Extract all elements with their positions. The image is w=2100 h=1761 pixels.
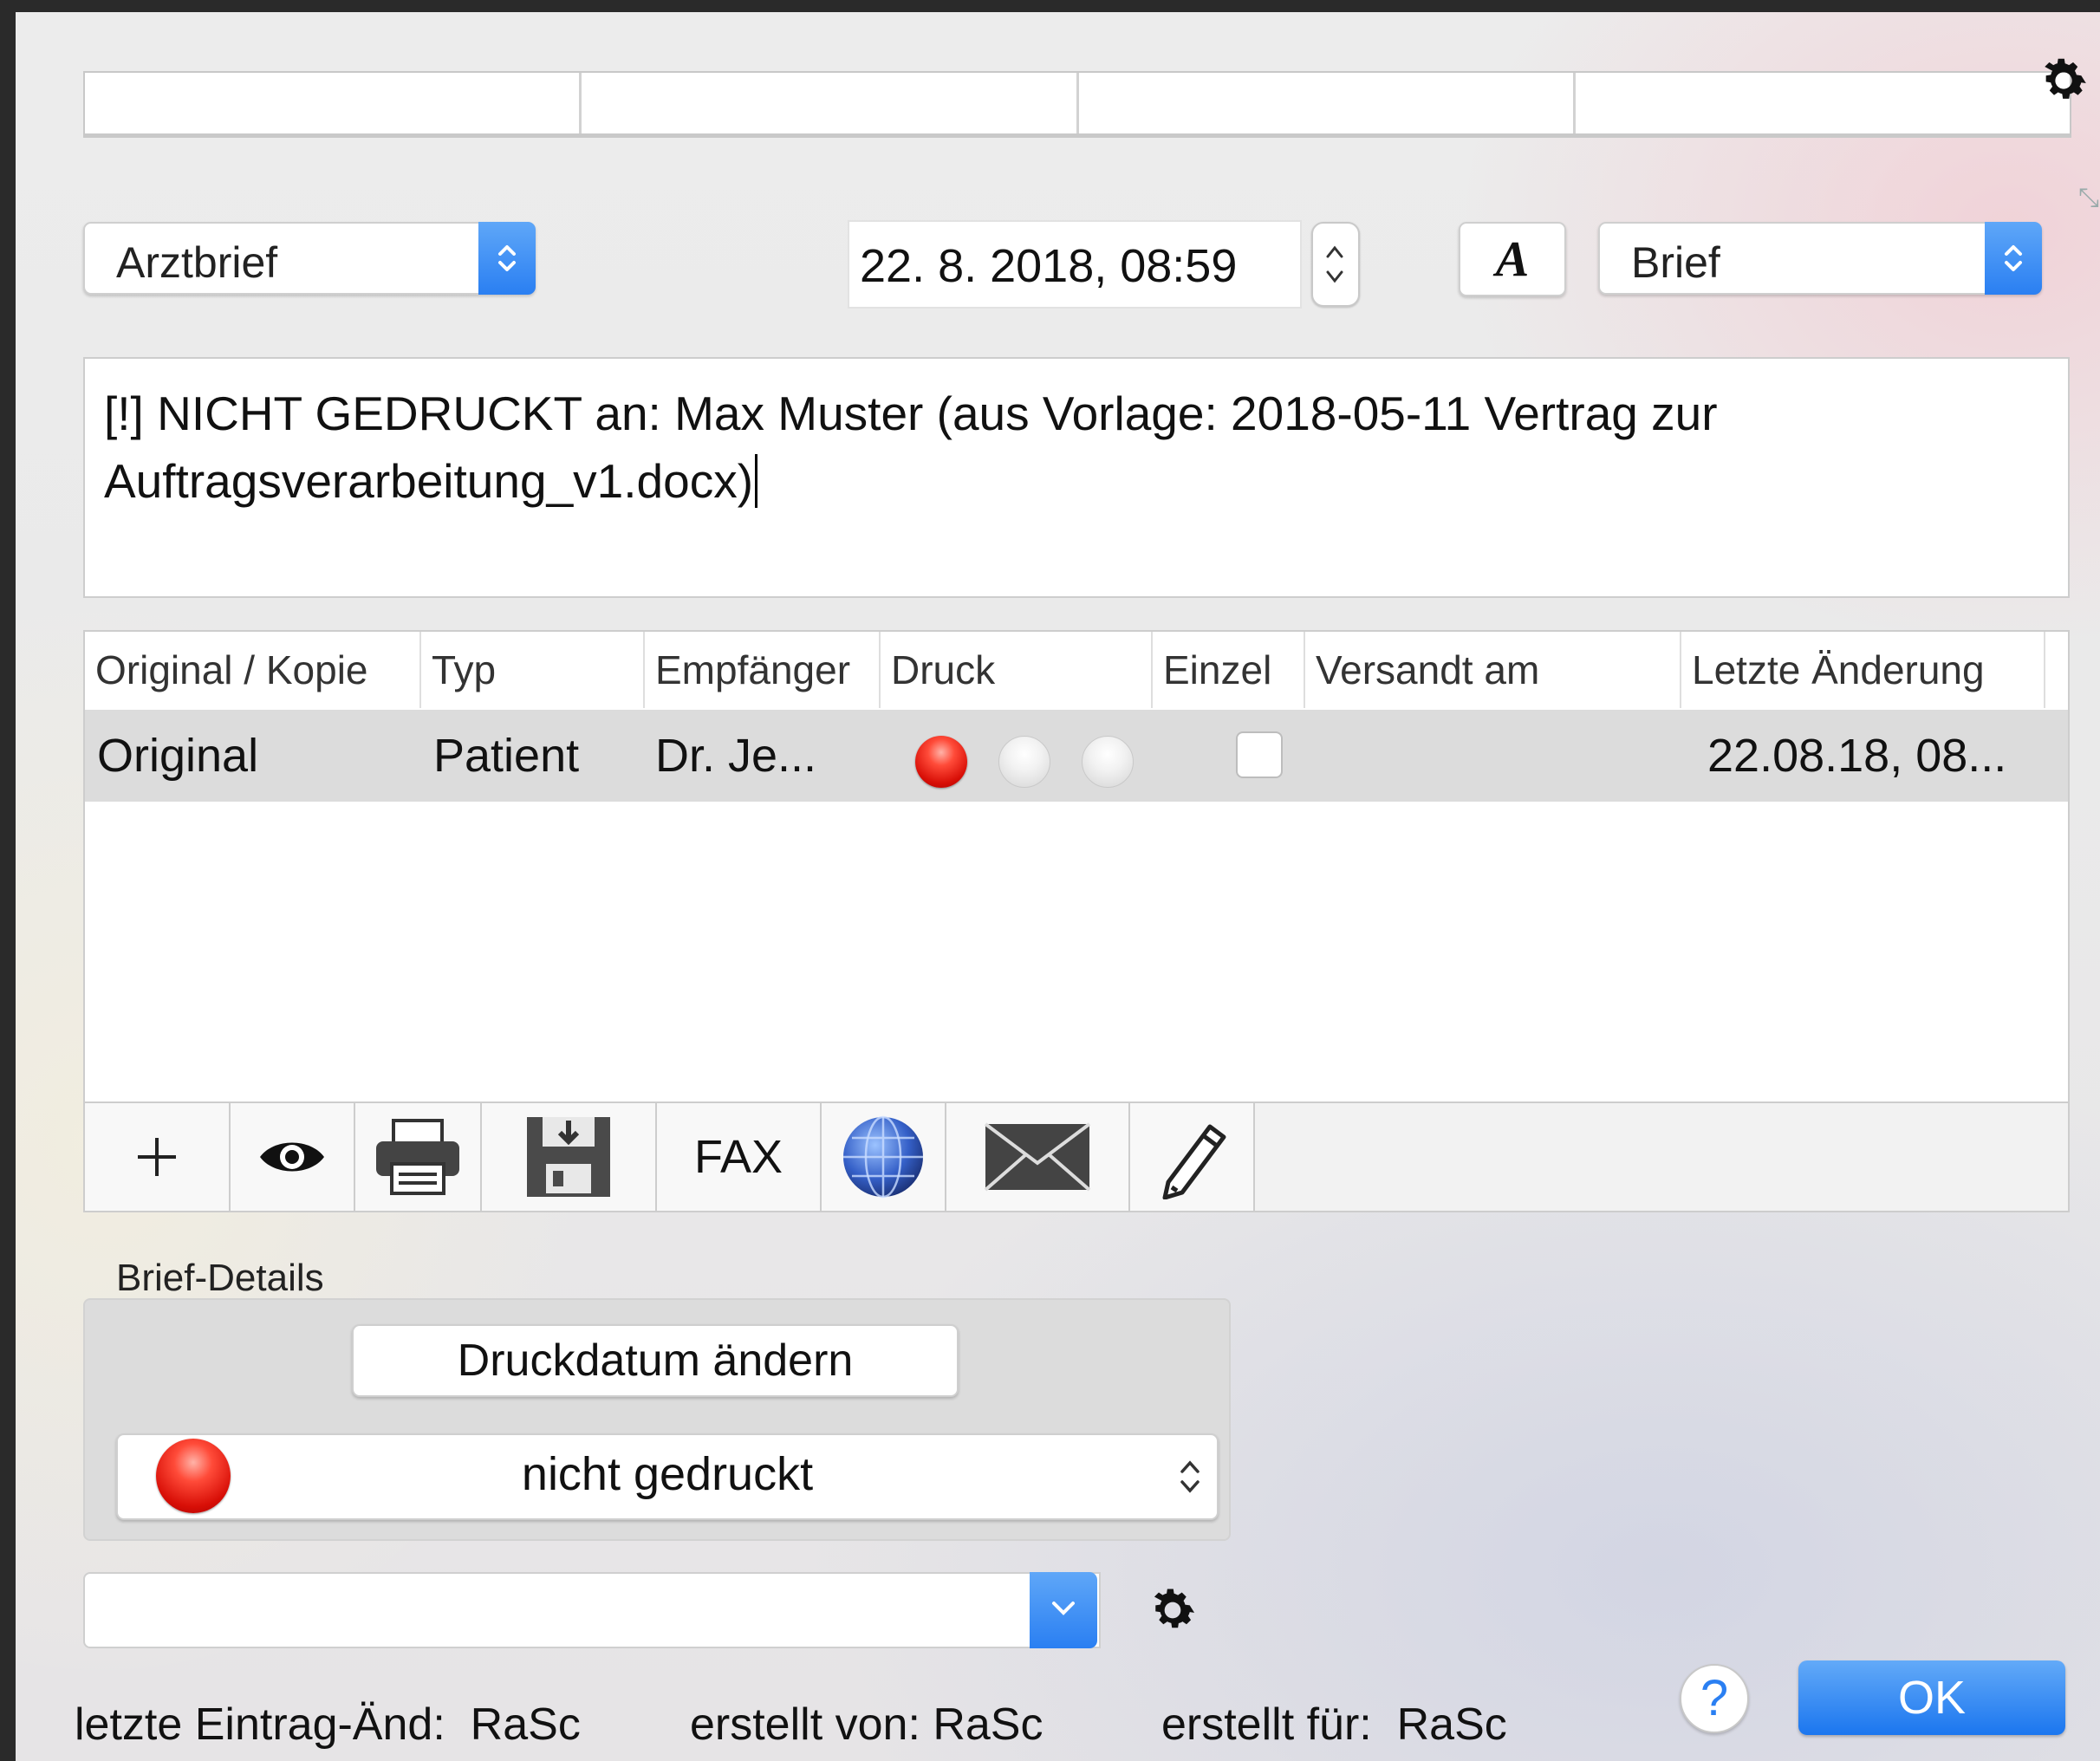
doctype-popup[interactable]: Arztbrief: [83, 222, 536, 295]
toolbar-spacer: [1255, 1103, 2068, 1211]
cell-empfaenger: Dr. Je...: [655, 730, 817, 782]
globe-icon: [843, 1115, 923, 1199]
column-header-typ[interactable]: Typ: [421, 632, 645, 708]
cell-letzte-aenderung: 22.08.18, 08...: [1707, 730, 2007, 782]
date-time-value: 22. 8. 2018, 08:59: [860, 240, 1238, 292]
date-stepper[interactable]: [1311, 222, 1360, 307]
combo-input[interactable]: [83, 1572, 1101, 1648]
help-button[interactable]: ?: [1680, 1664, 1749, 1733]
doctype-popup-label: Arztbrief: [116, 238, 278, 287]
print-button[interactable]: [355, 1103, 482, 1211]
text-caret: [755, 454, 758, 508]
web-button[interactable]: [822, 1103, 946, 1211]
last-change-label: letzte Eintrag-Änd: RaSc: [75, 1699, 581, 1750]
pencil-icon: [1162, 1124, 1226, 1199]
einzel-checkbox[interactable]: [1236, 731, 1283, 778]
cell-typ: Patient: [433, 730, 580, 782]
combo-dropdown-button[interactable]: [1030, 1572, 1097, 1648]
column-header-versandt[interactable]: Versandt am: [1305, 632, 1681, 708]
created-by-label: erstellt von: RaSc: [690, 1699, 1043, 1750]
cell-original: Original: [97, 730, 259, 782]
plus-icon: [138, 1138, 176, 1176]
table-toolbar: FAX: [83, 1101, 2070, 1212]
edit-button[interactable]: [1130, 1103, 1255, 1211]
top-field-1[interactable]: [85, 73, 582, 133]
fax-button[interactable]: FAX: [657, 1103, 822, 1211]
top-field-3[interactable]: [1079, 73, 1576, 133]
column-header-einzel[interactable]: Einzel: [1153, 632, 1305, 708]
font-button[interactable]: A: [1459, 222, 1566, 296]
table-row[interactable]: Original Patient Dr. Je... 22.08.18, 08.…: [85, 710, 2068, 802]
eye-icon: [260, 1142, 324, 1172]
top-field-2[interactable]: [582, 73, 1079, 133]
print-status-off-led[interactable]: [1082, 736, 1134, 788]
date-time-field[interactable]: 22. 8. 2018, 08:59: [848, 220, 1302, 309]
gear-icon[interactable]: [1145, 1582, 1200, 1638]
column-header-original[interactable]: Original / Kopie: [85, 632, 421, 708]
table-header: Original / Kopie Typ Empfänger Druck Ein…: [85, 632, 2068, 708]
brief-details-title: Brief-Details: [116, 1257, 324, 1299]
column-header-empfaenger[interactable]: Empfänger: [645, 632, 881, 708]
subject-text: [!] NICHT GEDRUCKT an: Max Muster (aus V…: [104, 387, 1718, 508]
save-button[interactable]: [482, 1103, 657, 1211]
printer-icon: [376, 1119, 459, 1195]
column-header-druck[interactable]: Druck: [881, 632, 1153, 708]
email-button[interactable]: [946, 1103, 1130, 1211]
document-dialog: ⤡ Arztbrief 22. 8. 2018, 08:59 A Brief […: [16, 12, 2100, 1761]
print-status-popup[interactable]: nicht gedruckt: [116, 1433, 1219, 1520]
subject-textarea[interactable]: [!] NICHT GEDRUCKT an: Max Muster (aus V…: [83, 357, 2070, 598]
resize-icon[interactable]: ⤡: [2078, 184, 2099, 213]
ok-button[interactable]: OK: [1798, 1660, 2065, 1735]
preview-button[interactable]: [231, 1103, 355, 1211]
print-status-off-led[interactable]: [998, 736, 1050, 788]
updown-chevron-icon: [478, 222, 536, 295]
created-for-label: erstellt für: RaSc: [1161, 1699, 1507, 1750]
chevron-down-icon: [1052, 1602, 1075, 1615]
envelope-icon: [984, 1122, 1091, 1192]
print-status-red-led[interactable]: [915, 736, 967, 788]
fax-label: FAX: [693, 1131, 783, 1183]
save-disk-icon: [527, 1117, 610, 1197]
category-popup[interactable]: Brief: [1598, 222, 2042, 295]
updown-chevron-icon: [1985, 222, 2042, 295]
updown-chevron-icon: [1180, 1460, 1200, 1493]
column-header-letzte-aenderung[interactable]: Letzte Änderung: [1681, 632, 2045, 708]
change-print-date-button[interactable]: Druckdatum ändern: [352, 1324, 959, 1397]
gear-icon[interactable]: [2035, 52, 2092, 109]
category-popup-label: Brief: [1631, 238, 1720, 287]
print-status-label: nicht gedruckt: [521, 1448, 814, 1500]
top-field-bar: [83, 71, 2071, 138]
top-field-4[interactable]: [1576, 73, 2070, 133]
copies-table: Original / Kopie Typ Empfänger Druck Ein…: [83, 630, 2070, 1126]
add-button[interactable]: [85, 1103, 231, 1211]
